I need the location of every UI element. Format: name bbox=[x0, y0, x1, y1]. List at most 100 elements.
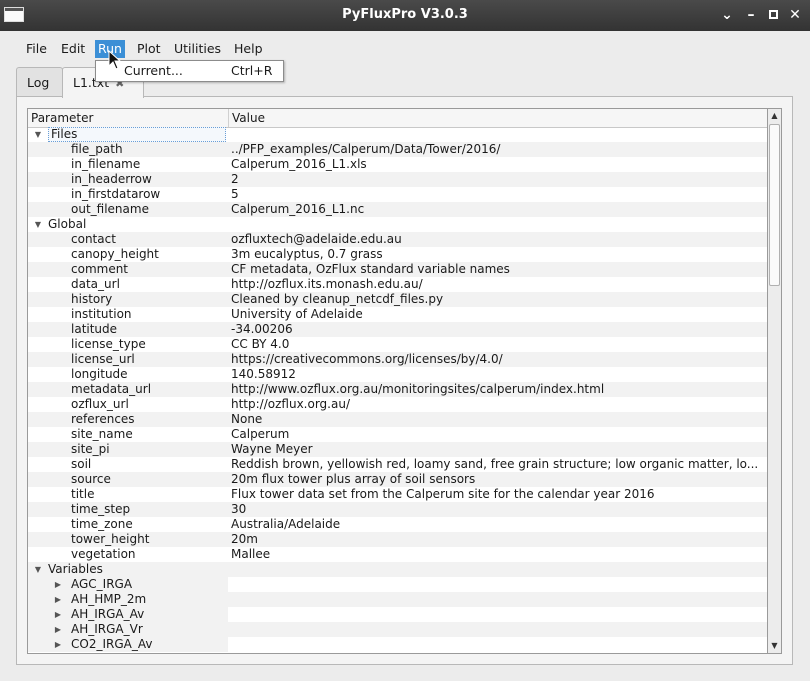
tree-header: Parameter Value bbox=[28, 109, 767, 128]
tree-row[interactable]: license_type CC BY 4.0 bbox=[28, 337, 767, 352]
parameter-cell: in_firstdatarow bbox=[28, 187, 228, 202]
maximize-icon[interactable] bbox=[764, 6, 782, 24]
tree-row[interactable]: ozflux_url http://ozflux.org.au/ bbox=[28, 397, 767, 412]
value-cell bbox=[231, 637, 764, 652]
parameter-label: latitude bbox=[71, 322, 118, 336]
tree-row[interactable]: longitude 140.58912 bbox=[28, 367, 767, 382]
parameter-cell: tower_height bbox=[28, 532, 228, 547]
tree-row[interactable]: institution University of Adelaide bbox=[28, 307, 767, 322]
header-parameter[interactable]: Parameter bbox=[28, 109, 229, 127]
parameter-label: license_url bbox=[71, 352, 135, 366]
parameter-label: CO2_IRGA_Av bbox=[71, 637, 153, 651]
scroll-up-icon[interactable]: ▲ bbox=[768, 109, 781, 123]
value-cell: Calperum_2016_L1.nc bbox=[231, 202, 365, 216]
value-cell: https://creativecommons.org/licenses/by/… bbox=[231, 352, 503, 366]
collapsed-arrow-icon[interactable]: ▶ bbox=[53, 592, 63, 607]
tree-row[interactable]: ▼ Variables bbox=[28, 562, 767, 577]
value-cell: -34.00206 bbox=[231, 322, 293, 336]
tree-row[interactable]: vegetation Mallee bbox=[28, 547, 767, 562]
value-cell: 5 bbox=[231, 187, 239, 201]
parameter-cell: in_headerrow bbox=[28, 172, 228, 187]
parameter-cell: in_filename bbox=[28, 157, 228, 172]
scroll-down-icon[interactable]: ▼ bbox=[768, 639, 781, 653]
tree-row[interactable]: time_zone Australia/Adelaide bbox=[28, 517, 767, 532]
collapsed-arrow-icon[interactable]: ▶ bbox=[53, 637, 63, 652]
minimize-icon[interactable]: – bbox=[742, 6, 760, 24]
parameter-label: time_step bbox=[71, 502, 131, 516]
parameter-label: AH_IRGA_Av bbox=[71, 607, 145, 621]
menu-file[interactable]: File bbox=[23, 40, 50, 58]
tree-row[interactable]: metadata_url http://www.ozflux.org.au/mon… bbox=[28, 382, 767, 397]
tree-row[interactable]: ▼ Files bbox=[28, 127, 767, 142]
tree-row[interactable]: history Cleaned by cleanup_netcdf_files.p… bbox=[28, 292, 767, 307]
parameter-label: metadata_url bbox=[71, 382, 152, 396]
tab-log[interactable]: Log bbox=[16, 67, 63, 96]
value-cell: 30 bbox=[231, 502, 247, 516]
value-cell: ../PFP_examples/Calperum/Data/Tower/2016… bbox=[231, 142, 501, 156]
value-cell: Flux tower data set from the Calperum si… bbox=[231, 487, 655, 501]
tree-row[interactable]: in_filename Calperum_2016_L1.xls bbox=[28, 157, 767, 172]
header-value[interactable]: Value bbox=[229, 109, 767, 127]
menu-item-current[interactable]: Current... Ctrl+R bbox=[97, 62, 282, 80]
expanded-arrow-icon[interactable]: ▼ bbox=[33, 562, 43, 577]
tree-row[interactable]: out_filename Calperum_2016_L1.nc bbox=[28, 202, 767, 217]
parameter-label: soil bbox=[71, 457, 92, 471]
scrollbar-thumb[interactable] bbox=[769, 124, 780, 286]
tree-row[interactable]: ▶ AH_HMP_2m bbox=[28, 592, 767, 607]
tree-row[interactable]: site_pi Wayne Meyer bbox=[28, 442, 767, 457]
parameter-label: in_filename bbox=[71, 157, 141, 171]
tree-row[interactable]: data_url http://ozflux.its.monash.edu.au/ bbox=[28, 277, 767, 292]
parameter-tree[interactable]: Parameter Value ▼ Files file_path ../PFP_ex… bbox=[27, 108, 768, 654]
vertical-scrollbar[interactable]: ▲ ▼ bbox=[768, 108, 782, 654]
tree-row[interactable]: soil Reddish brown, yellowish red, loamy … bbox=[28, 457, 767, 472]
parameter-label: AH_HMP_2m bbox=[71, 592, 147, 606]
collapsed-arrow-icon[interactable]: ▶ bbox=[53, 607, 63, 622]
parameter-cell: title bbox=[28, 487, 228, 502]
value-cell: 140.58912 bbox=[231, 367, 296, 381]
parameter-cell: site_pi bbox=[28, 442, 228, 457]
parameter-cell: soil bbox=[28, 457, 228, 472]
parameter-label: Variables bbox=[48, 562, 103, 576]
menu-edit[interactable]: Edit bbox=[58, 40, 88, 58]
parameter-label: source bbox=[71, 472, 111, 486]
expanded-arrow-icon[interactable]: ▼ bbox=[33, 217, 43, 232]
tree-row[interactable]: ▶ AH_IRGA_Vr bbox=[28, 622, 767, 637]
menu-plot[interactable]: Plot bbox=[134, 40, 164, 58]
tree-row[interactable]: latitude -34.00206 bbox=[28, 322, 767, 337]
tree-row[interactable]: site_name Calperum bbox=[28, 427, 767, 442]
mouse-cursor-icon bbox=[108, 50, 122, 70]
tree-row[interactable]: comment CF metadata, OzFlux standard vari… bbox=[28, 262, 767, 277]
tree-row[interactable]: references None bbox=[28, 412, 767, 427]
value-cell: Australia/Adelaide bbox=[231, 517, 341, 531]
parameter-cell: ▼ Files bbox=[28, 127, 228, 142]
tree-row[interactable]: ▼ Global bbox=[28, 217, 767, 232]
menu-utilities[interactable]: Utilities bbox=[171, 40, 224, 58]
tree-row[interactable]: in_headerrow 2 bbox=[28, 172, 767, 187]
parameter-cell: ozflux_url bbox=[28, 397, 228, 412]
menu-help[interactable]: Help bbox=[231, 40, 266, 58]
tree-row[interactable]: contact ozfluxtech@adelaide.edu.au bbox=[28, 232, 767, 247]
tree-row[interactable]: ▶ AGC_IRGA bbox=[28, 577, 767, 592]
tree-row[interactable]: canopy_height 3m eucalyptus, 0.7 grass bbox=[28, 247, 767, 262]
tree-row[interactable]: license_url https://creativecommons.org/l… bbox=[28, 352, 767, 367]
close-window-icon[interactable]: ✕ bbox=[786, 6, 804, 24]
tree-row[interactable]: in_firstdatarow 5 bbox=[28, 187, 767, 202]
parameter-cell: metadata_url bbox=[28, 382, 228, 397]
tree-row[interactable]: source 20m flux tower plus array of soil … bbox=[28, 472, 767, 487]
tree-row[interactable]: title Flux tower data set from the Calper… bbox=[28, 487, 767, 502]
value-cell bbox=[231, 217, 764, 232]
parameter-label: longitude bbox=[71, 367, 128, 381]
tree-row[interactable]: file_path ../PFP_examples/Calperum/Data/T… bbox=[28, 142, 767, 157]
collapsed-arrow-icon[interactable]: ▶ bbox=[53, 577, 63, 592]
value-cell: 3m eucalyptus, 0.7 grass bbox=[231, 247, 383, 261]
tree-row[interactable]: ▶ CO2_IRGA_Av bbox=[28, 637, 767, 652]
expanded-arrow-icon[interactable]: ▼ bbox=[33, 127, 43, 142]
collapse-icon[interactable]: ⌄ bbox=[718, 6, 736, 24]
collapsed-arrow-icon[interactable]: ▶ bbox=[53, 622, 63, 637]
parameter-cell: ▼ Variables bbox=[28, 562, 228, 577]
tree-row[interactable]: tower_height 20m bbox=[28, 532, 767, 547]
tree-row[interactable]: ▶ AH_IRGA_Av bbox=[28, 607, 767, 622]
menu-item-current-shortcut: Ctrl+R bbox=[231, 63, 273, 78]
value-cell: 20m bbox=[231, 532, 258, 546]
tree-row[interactable]: time_step 30 bbox=[28, 502, 767, 517]
